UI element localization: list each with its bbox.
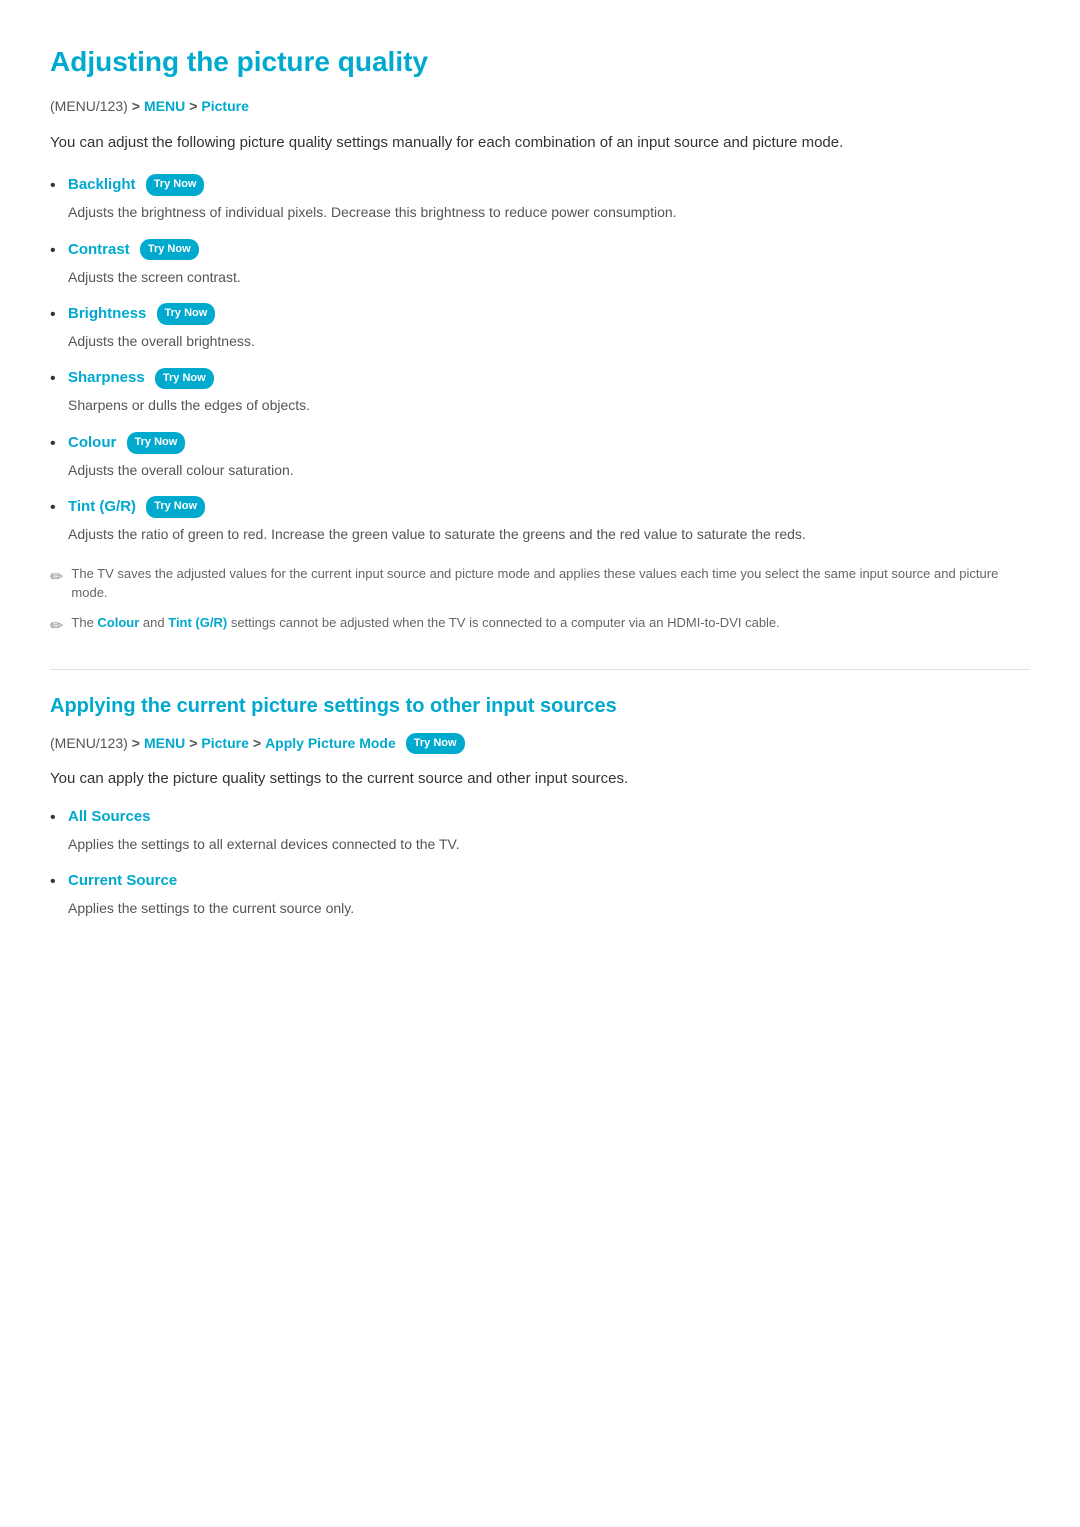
list-item: All Sources Applies the settings to all … [50, 805, 1030, 855]
breadcrumb-2: (MENU/123) > MENU > Picture > Apply Pict… [50, 732, 1030, 754]
note-highlight-colour: Colour [97, 615, 139, 630]
try-now-contrast[interactable]: Try Now [140, 239, 199, 261]
try-now-backlight[interactable]: Try Now [146, 174, 205, 196]
breadcrumb2-part1: (MENU/123) [50, 732, 128, 754]
list-item: Brightness Try Now Adjusts the overall b… [50, 302, 1030, 352]
feature-name-backlight: Backlight [68, 176, 136, 193]
current-source-desc: Applies the settings to the current sour… [68, 897, 1030, 919]
feature-name-sharpness: Sharpness [68, 369, 145, 386]
breadcrumb2-sep2: > [189, 732, 197, 754]
feature-desc-colour: Adjusts the overall colour saturation. [68, 459, 1030, 481]
note-2: ✏ The Colour and Tint (G/R) settings can… [50, 613, 1030, 640]
try-now-tint[interactable]: Try Now [146, 496, 205, 518]
feature-desc-contrast: Adjusts the screen contrast. [68, 266, 1030, 288]
feature-name-colour: Colour [68, 434, 116, 451]
try-now-sharpness[interactable]: Try Now [155, 368, 214, 390]
breadcrumb2-picture[interactable]: Picture [201, 732, 248, 754]
breadcrumb-1: (MENU/123) > MENU > Picture [50, 95, 1030, 117]
feature-desc-sharpness: Sharpens or dulls the edges of objects. [68, 394, 1030, 416]
note-text-2: The Colour and Tint (G/R) settings canno… [71, 613, 779, 633]
feature-name-brightness: Brightness [68, 305, 146, 322]
section2-title: Applying the current picture settings to… [50, 690, 1030, 722]
feature-name-tint: Tint (G/R) [68, 498, 136, 515]
current-source-label: Current Source [68, 872, 177, 889]
feature-name-contrast: Contrast [68, 241, 130, 258]
list-item: Backlight Try Now Adjusts the brightness… [50, 173, 1030, 223]
list-item: Contrast Try Now Adjusts the screen cont… [50, 238, 1030, 288]
list-item: Colour Try Now Adjusts the overall colou… [50, 431, 1030, 481]
breadcrumb-part1: (MENU/123) [50, 95, 128, 117]
list-item: Current Source Applies the settings to t… [50, 869, 1030, 919]
try-now-apply-picture-mode[interactable]: Try Now [406, 733, 465, 755]
note-1: ✏ The TV saves the adjusted values for t… [50, 564, 1030, 603]
pencil-icon-2: ✏ [50, 614, 63, 640]
note-text-1: The TV saves the adjusted values for the… [71, 564, 1030, 603]
feature-desc-backlight: Adjusts the brightness of individual pix… [68, 201, 1030, 223]
pencil-icon-1: ✏ [50, 565, 63, 591]
try-now-brightness[interactable]: Try Now [157, 303, 216, 325]
intro-text: You can adjust the following picture qua… [50, 131, 1030, 155]
notes-section: ✏ The TV saves the adjusted values for t… [50, 564, 1030, 640]
list-item: Tint (G/R) Try Now Adjusts the ratio of … [50, 495, 1030, 545]
feature-list: Backlight Try Now Adjusts the brightness… [50, 173, 1030, 545]
breadcrumb2-sep3: > [253, 732, 261, 754]
breadcrumb-sep2: > [189, 95, 197, 117]
list-item: Sharpness Try Now Sharpens or dulls the … [50, 366, 1030, 416]
section2-list: All Sources Applies the settings to all … [50, 805, 1030, 920]
feature-desc-brightness: Adjusts the overall brightness. [68, 330, 1030, 352]
all-sources-desc: Applies the settings to all external dev… [68, 833, 1030, 855]
feature-desc-tint: Adjusts the ratio of green to red. Incre… [68, 523, 1030, 545]
note-highlight-tint: Tint (G/R) [168, 615, 227, 630]
breadcrumb-picture[interactable]: Picture [201, 95, 248, 117]
all-sources-label: All Sources [68, 808, 151, 825]
breadcrumb-menu[interactable]: MENU [144, 95, 185, 117]
breadcrumb2-apply-picture-mode[interactable]: Apply Picture Mode [265, 732, 396, 754]
section-divider [50, 669, 1030, 670]
breadcrumb-sep1: > [132, 95, 140, 117]
section2-intro: You can apply the picture quality settin… [50, 767, 1030, 791]
breadcrumb2-menu[interactable]: MENU [144, 732, 185, 754]
breadcrumb2-sep1: > [132, 732, 140, 754]
page-title: Adjusting the picture quality [50, 40, 1030, 85]
try-now-colour[interactable]: Try Now [127, 432, 186, 454]
